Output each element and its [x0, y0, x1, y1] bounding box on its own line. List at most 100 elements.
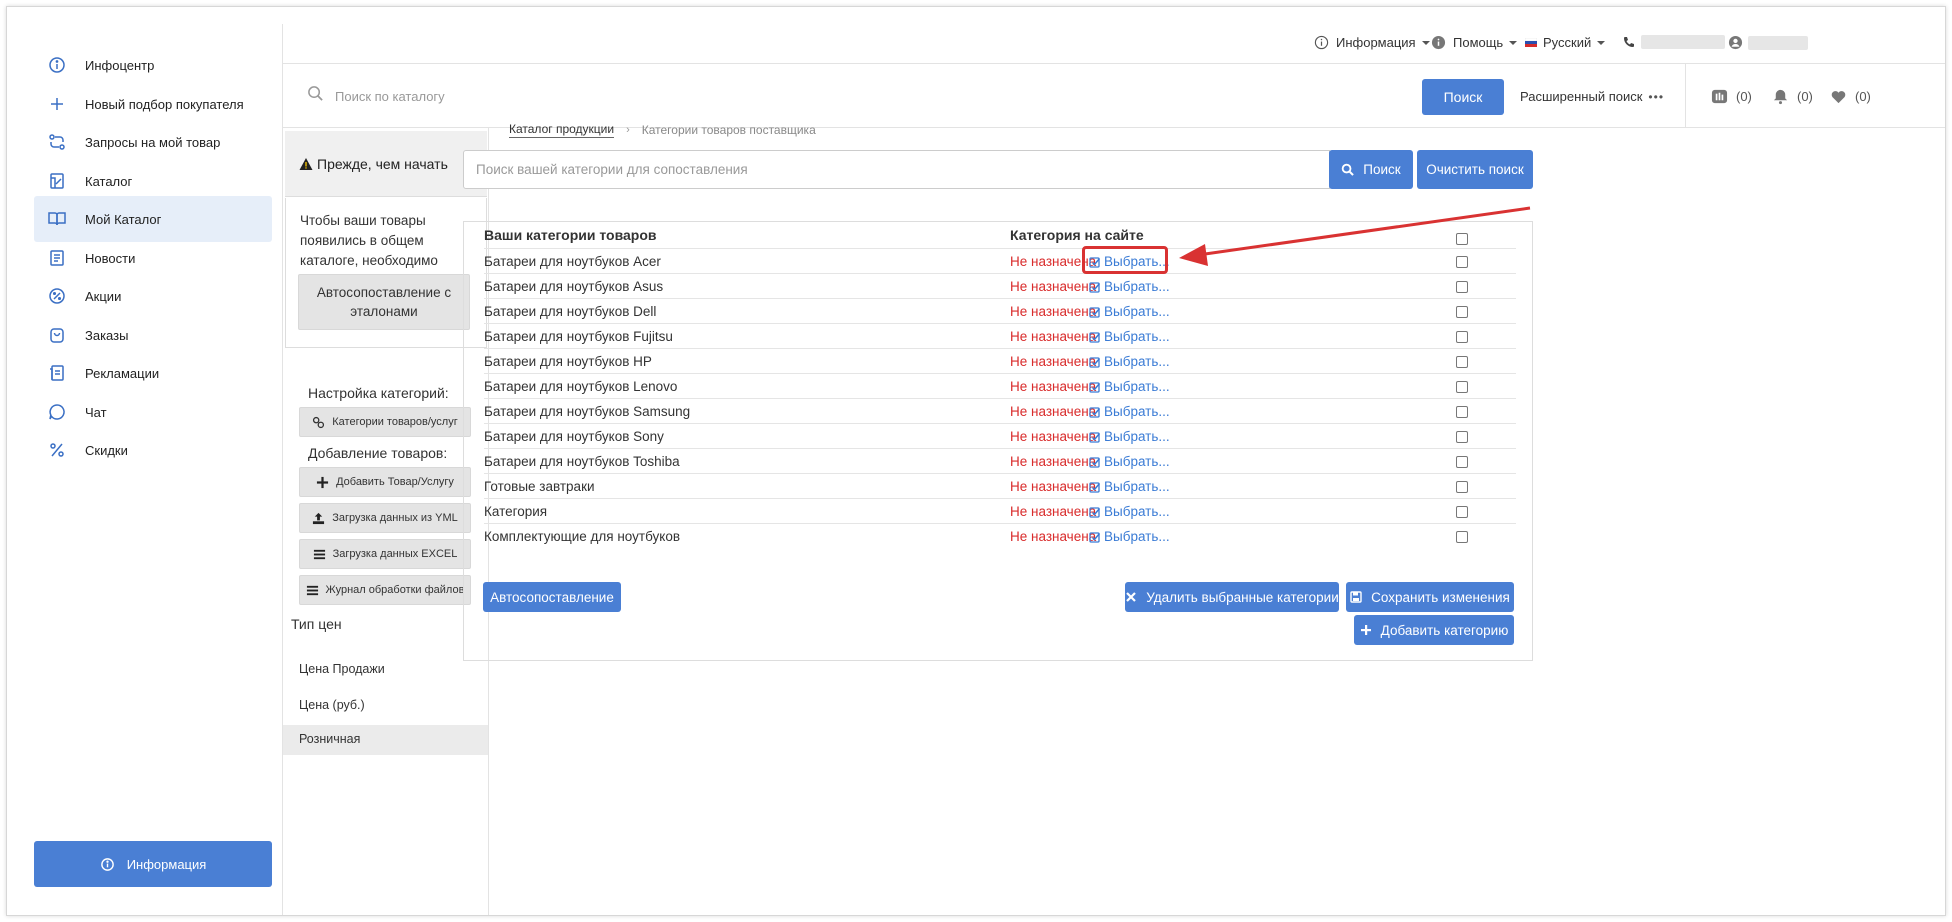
price-type-item[interactable]: Цена Продажи — [299, 662, 385, 676]
compare-counter[interactable]: (0) — [1711, 88, 1752, 105]
category-settings-title: Настройка категорий: — [308, 385, 449, 401]
plus-icon — [46, 93, 68, 115]
category-name: Категория — [484, 504, 548, 519]
edit-checkbox-icon — [1089, 431, 1101, 443]
chevron-down-icon — [1597, 40, 1606, 45]
choose-category-link[interactable]: Выбрать... — [1089, 279, 1170, 294]
table-row: Батареи для ноутбуков Fujitsu Не назначен… — [484, 323, 1516, 348]
category-name: Батареи для ноутбуков Toshiba — [484, 454, 680, 469]
favorites-counter[interactable]: (0) — [1830, 88, 1871, 105]
choose-category-label: Выбрать... — [1104, 379, 1170, 394]
row-checkbox[interactable] — [1456, 306, 1468, 318]
edit-checkbox-icon — [1089, 356, 1101, 368]
automatch-standards-button[interactable]: Автосопоставление с эталонами — [298, 274, 470, 330]
warning-icon — [299, 157, 313, 170]
category-search-input[interactable] — [463, 150, 1330, 189]
status-not-assigned: Не назначена — [1010, 479, 1097, 494]
choose-category-link[interactable]: Выбрать... — [1089, 379, 1170, 394]
row-checkbox[interactable] — [1456, 531, 1468, 543]
status-not-assigned: Не назначена — [1010, 304, 1097, 319]
automatch-button[interactable]: Автосопоставление — [483, 582, 621, 612]
heart-icon — [1831, 91, 1846, 104]
add-product-button[interactable]: Добавить Товар/Услугу — [299, 467, 471, 497]
row-checkbox[interactable] — [1456, 256, 1468, 268]
yml-upload-button[interactable]: Загрузка данных из YML — [299, 503, 471, 533]
shopping-bag-icon — [46, 324, 68, 346]
sidebar-info-button[interactable]: Информация — [34, 841, 272, 887]
advanced-search-link[interactable]: Расширенный поиск ••• — [1520, 89, 1664, 104]
percent-icon — [46, 439, 68, 461]
sidebar-item-discounts[interactable]: Скидки — [34, 427, 272, 473]
row-checkbox[interactable] — [1456, 456, 1468, 468]
choose-category-link[interactable]: Выбрать... — [1089, 504, 1170, 519]
help-dropdown-label: Помощь — [1453, 35, 1504, 50]
row-checkbox[interactable] — [1456, 281, 1468, 293]
user-menu[interactable] — [1728, 35, 1808, 50]
choose-category-link[interactable]: Выбрать... — [1089, 429, 1170, 444]
search-icon — [1342, 163, 1355, 176]
save-changes-label: Сохранить изменения — [1371, 589, 1510, 605]
catalog-search-button[interactable]: Поиск — [1422, 79, 1504, 115]
save-changes-button[interactable]: Сохранить изменения — [1346, 582, 1514, 612]
choose-category-label: Выбрать... — [1104, 529, 1170, 544]
row-checkbox[interactable] — [1456, 481, 1468, 493]
add-products-title: Добавление товаров: — [308, 445, 448, 461]
choose-category-link[interactable]: Выбрать... — [1089, 304, 1170, 319]
save-icon — [1350, 591, 1362, 603]
edit-checkbox-icon — [1089, 306, 1101, 318]
row-checkbox[interactable] — [1456, 506, 1468, 518]
row-checkbox[interactable] — [1456, 431, 1468, 443]
russia-flag-icon — [1525, 38, 1537, 47]
choose-category-label: Выбрать... — [1104, 329, 1170, 344]
price-type-item[interactable]: Цена (руб.) — [299, 698, 365, 712]
category-name: Комплектующие для ноутбуков — [484, 529, 681, 544]
sidebar-item-label: Заказы — [85, 327, 129, 343]
choose-category-link[interactable]: Выбрать... — [1089, 529, 1170, 544]
plus-icon — [1360, 625, 1371, 635]
bell-icon — [1773, 89, 1788, 105]
help-dropdown[interactable]: Помощь — [1431, 35, 1518, 50]
notifications-counter[interactable]: (0) — [1772, 88, 1813, 105]
price-type-item[interactable]: Розничная — [299, 732, 360, 746]
info-circle-icon — [46, 54, 68, 76]
status-not-assigned: Не назначена — [1010, 404, 1097, 419]
choose-category-label: Выбрать... — [1104, 354, 1170, 369]
before-start-header[interactable]: Прежде, чем начать — [285, 131, 487, 197]
status-not-assigned: Не назначена — [1010, 454, 1097, 469]
status-not-assigned: Не назначена — [1010, 504, 1097, 519]
catalog-search-input[interactable] — [335, 84, 935, 108]
category-name: Батареи для ноутбуков Sony — [484, 429, 664, 444]
help-icon — [1431, 35, 1446, 50]
table-row: Батареи для ноутбуков Lenovo Не назначена… — [484, 373, 1516, 398]
choose-category-link[interactable]: Выбрать... — [1089, 479, 1170, 494]
choose-category-link[interactable]: Выбрать... — [1089, 404, 1170, 419]
delete-selected-button[interactable]: Удалить выбранные категории — [1125, 582, 1339, 612]
choose-category-link[interactable]: Выбрать... — [1089, 354, 1170, 369]
breadcrumb-catalog-link[interactable]: Каталог продукции — [509, 122, 615, 138]
row-checkbox[interactable] — [1456, 331, 1468, 343]
excel-upload-button[interactable]: Загрузка данных EXCEL — [299, 539, 471, 569]
sidebar-item-label: Запросы на мой товар — [85, 134, 221, 150]
table-row: Комплектующие для ноутбуков Не назначена В… — [484, 523, 1516, 548]
choose-category-link[interactable]: Выбрать... — [1089, 329, 1170, 344]
row-checkbox[interactable] — [1456, 406, 1468, 418]
add-category-button[interactable]: Добавить категорию — [1354, 615, 1514, 645]
row-checkbox[interactable] — [1456, 381, 1468, 393]
file-log-label: Журнал обработки файлов — [325, 584, 465, 596]
info-dropdown-label: Информация — [1336, 35, 1416, 50]
choose-category-link[interactable]: Выбрать... — [1089, 454, 1170, 469]
advanced-search-label: Расширенный поиск — [1520, 89, 1643, 104]
info-dropdown[interactable]: Информация — [1314, 35, 1430, 50]
category-name: Батареи для ноутбуков Lenovo — [484, 379, 678, 394]
clear-search-button[interactable]: Очистить поиск — [1417, 150, 1533, 189]
excel-upload-label: Загрузка данных EXCEL — [332, 548, 458, 560]
info-circle-icon — [1314, 35, 1329, 50]
language-dropdown[interactable]: Русский — [1525, 35, 1606, 50]
categories-button[interactable]: Категории товаров/услуг — [299, 407, 471, 437]
file-log-button[interactable]: Журнал обработки файлов — [299, 575, 471, 605]
category-search-button[interactable]: Поиск — [1329, 150, 1413, 189]
news-icon — [46, 247, 68, 269]
catalog-icon — [46, 170, 68, 192]
select-all-checkbox[interactable] — [1456, 233, 1468, 245]
row-checkbox[interactable] — [1456, 356, 1468, 368]
